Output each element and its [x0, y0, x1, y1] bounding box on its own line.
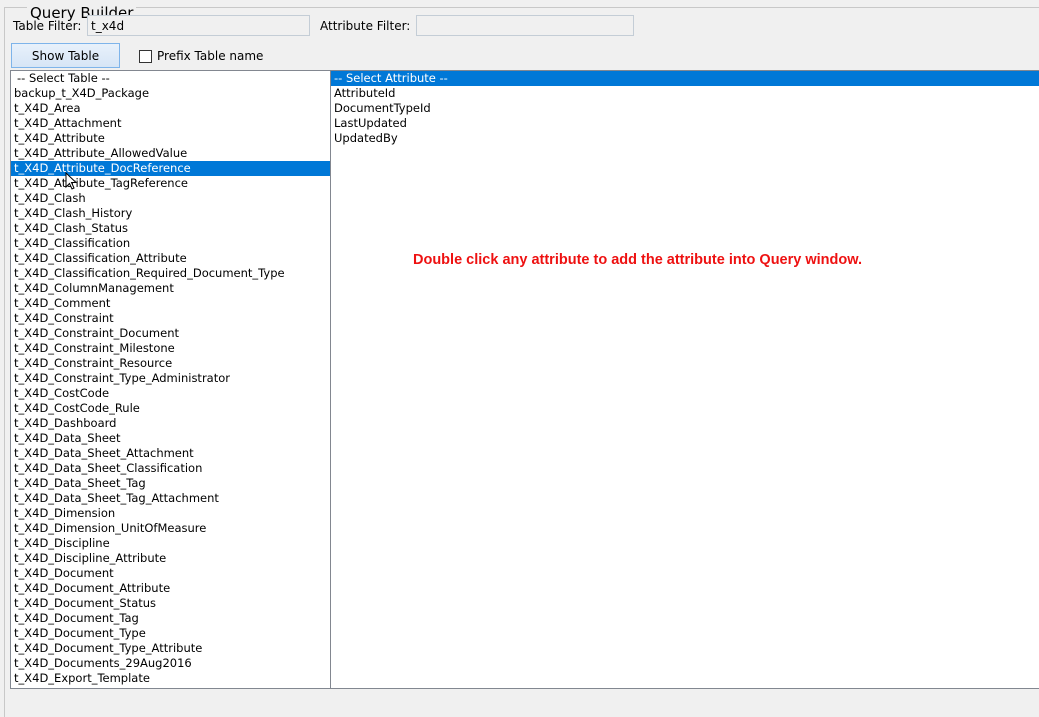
table-list-item[interactable]: t_X4D_CostCode_Rule: [11, 401, 330, 416]
table-list-item[interactable]: t_X4D_Comment: [11, 296, 330, 311]
table-filter-label: Table Filter:: [13, 19, 82, 33]
attribute-list-item[interactable]: LastUpdated: [331, 116, 1039, 131]
attribute-filter-label: Attribute Filter:: [320, 19, 411, 33]
table-list-item[interactable]: -- Select Table --: [11, 71, 330, 86]
table-list-item[interactable]: t_X4D_Document: [11, 566, 330, 581]
table-list-item[interactable]: t_X4D_Document_Status: [11, 596, 330, 611]
attribute-list-item[interactable]: DocumentTypeId: [331, 101, 1039, 116]
table-list-item[interactable]: t_X4D_Classification_Attribute: [11, 251, 330, 266]
table-list-item[interactable]: t_X4D_Constraint_Milestone: [11, 341, 330, 356]
table-list-item[interactable]: t_X4D_Attribute_DocReference: [11, 161, 330, 176]
table-filter-input[interactable]: [87, 15, 310, 36]
mouse-cursor-icon: [65, 172, 77, 190]
table-list-item[interactable]: t_X4D_Attribute_TagReference: [11, 176, 330, 191]
attribute-filter-input[interactable]: [416, 15, 634, 36]
table-list-item[interactable]: t_X4D_Clash: [11, 191, 330, 206]
table-list-item[interactable]: t_X4D_Document_Type: [11, 626, 330, 641]
table-list-item[interactable]: t_X4D_Export_Template: [11, 671, 330, 686]
table-list-item[interactable]: t_X4D_Dimension: [11, 506, 330, 521]
table-list-item[interactable]: t_X4D_CostCode: [11, 386, 330, 401]
table-list-item[interactable]: t_X4D_Dimension_UnitOfMeasure: [11, 521, 330, 536]
table-list-item[interactable]: t_X4D_Data_Sheet_Tag_Attachment: [11, 491, 330, 506]
table-list-item[interactable]: t_X4D_Dashboard: [11, 416, 330, 431]
table-list-item[interactable]: t_X4D_Constraint: [11, 311, 330, 326]
table-list-item[interactable]: t_X4D_Discipline: [11, 536, 330, 551]
table-list-item[interactable]: backup_t_X4D_Package: [11, 86, 330, 101]
table-list-item[interactable]: t_X4D_Attribute: [11, 131, 330, 146]
table-listbox[interactable]: -- Select Table -- backup_t_X4D_Package t_…: [10, 70, 331, 689]
table-list-item[interactable]: t_X4D_Attribute_AllowedValue: [11, 146, 330, 161]
table-list-item[interactable]: t_X4D_Clash_Status: [11, 221, 330, 236]
attribute-list-item[interactable]: -- Select Attribute --: [331, 71, 1039, 86]
table-list-item[interactable]: t_X4D_Attachment: [11, 116, 330, 131]
table-list-item[interactable]: t_X4D_Classification_Required_Document_T…: [11, 266, 330, 281]
table-list-item[interactable]: t_X4D_Constraint_Type_Administrator: [11, 371, 330, 386]
table-list-item[interactable]: t_X4D_Data_Sheet_Tag: [11, 476, 330, 491]
prefix-table-name-label: Prefix Table name: [157, 49, 264, 63]
attribute-list-item[interactable]: UpdatedBy: [331, 131, 1039, 146]
table-list-item[interactable]: t_X4D_Data_Sheet: [11, 431, 330, 446]
table-list-item[interactable]: t_X4D_Classification: [11, 236, 330, 251]
attribute-list-item[interactable]: AttributeId: [331, 86, 1039, 101]
show-table-button[interactable]: Show Table: [11, 43, 120, 68]
table-list-item[interactable]: t_X4D_Document_Tag: [11, 611, 330, 626]
table-list-item[interactable]: t_X4D_Data_Sheet_Classification: [11, 461, 330, 476]
table-list-item[interactable]: t_X4D_Document_Type_Attribute: [11, 641, 330, 656]
table-list-item[interactable]: t_X4D_Constraint_Document: [11, 326, 330, 341]
table-list-item[interactable]: t_X4D_ColumnManagement: [11, 281, 330, 296]
prefix-table-name-checkbox[interactable]: [139, 49, 152, 63]
double-click-hint: Double click any attribute to add the at…: [413, 252, 862, 268]
prefix-table-name-option[interactable]: Prefix Table name: [139, 49, 263, 63]
table-list-item[interactable]: t_X4D_Document_Attribute: [11, 581, 330, 596]
table-list-item[interactable]: t_X4D_Data_Sheet_Attachment: [11, 446, 330, 461]
attribute-listbox[interactable]: -- Select Attribute -- AttributeId Documen…: [330, 70, 1039, 689]
table-list-item[interactable]: t_X4D_Clash_History: [11, 206, 330, 221]
table-list-item[interactable]: t_X4D_Constraint_Resource: [11, 356, 330, 371]
table-list-item[interactable]: t_X4D_Discipline_Attribute: [11, 551, 330, 566]
table-list-item[interactable]: t_X4D_Documents_29Aug2016: [11, 656, 330, 671]
table-list-item[interactable]: t_X4D_Area: [11, 101, 330, 116]
